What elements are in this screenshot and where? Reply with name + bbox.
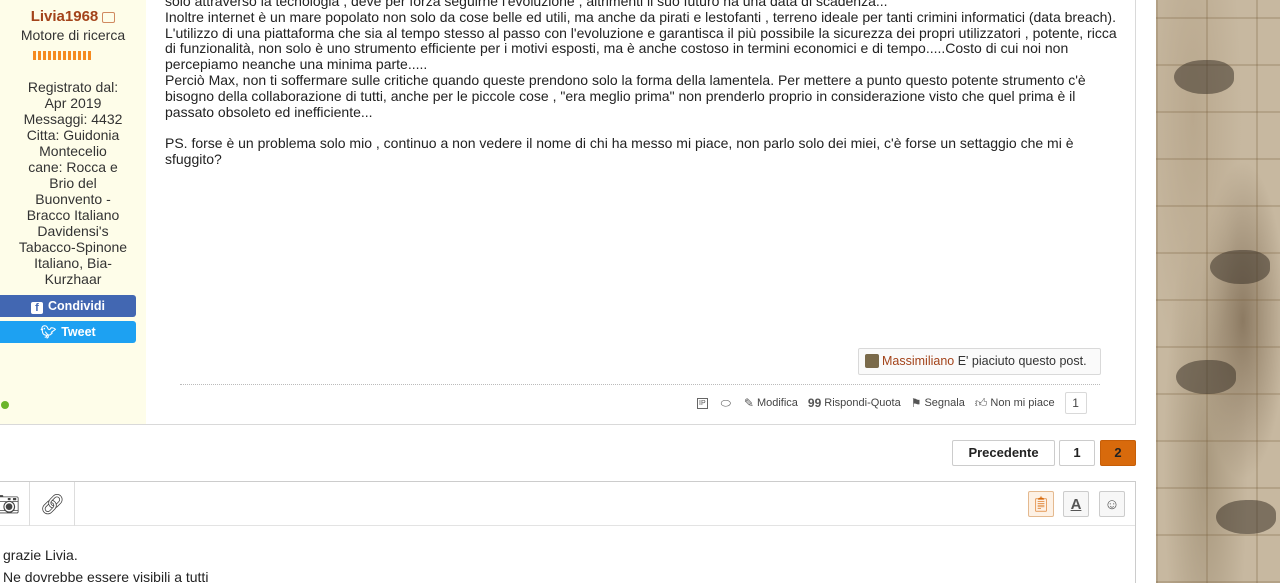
username-row: Livia1968 bbox=[0, 8, 146, 25]
post-divider bbox=[180, 384, 1100, 385]
ip-icon: IP bbox=[697, 397, 708, 409]
font-color-icon[interactable]: A bbox=[1063, 491, 1089, 517]
report-button[interactable]: ⚑ Segnala bbox=[911, 396, 965, 410]
dog-image-motif bbox=[1176, 360, 1236, 394]
multiquote-button[interactable]: ⬭ bbox=[721, 396, 734, 411]
user-info-line: Citta: Guidonia bbox=[26, 127, 120, 143]
background-decoration bbox=[1156, 0, 1280, 583]
dog-image-motif bbox=[1174, 60, 1234, 94]
pagination-prev-button[interactable]: Precedente bbox=[952, 440, 1055, 466]
user-rank: Motore di ricerca bbox=[20, 27, 126, 43]
user-info-line: Montecelio bbox=[39, 143, 107, 159]
liker-avatar[interactable] bbox=[865, 354, 879, 368]
facebook-share-button[interactable]: f Condividi bbox=[0, 295, 136, 317]
twitter-icon: 🐦︎ bbox=[40, 325, 57, 339]
link-icon[interactable]: 🔗︎ bbox=[31, 482, 75, 526]
dog-image-motif bbox=[1216, 500, 1276, 534]
editor-line: Ne dovrebbe essere visibili a tutti bbox=[3, 569, 209, 583]
reply-quote-label: Rispondi-Quota bbox=[824, 397, 901, 409]
liker-name[interactable]: Massimiliano bbox=[882, 354, 954, 368]
user-info-line: Brio del bbox=[49, 175, 97, 191]
report-label: Segnala bbox=[924, 397, 965, 409]
likes-summary: Massimiliano E' piaciuto questo post. bbox=[858, 348, 1101, 375]
user-info-line: Buonvento - bbox=[35, 191, 111, 207]
dog-image-motif bbox=[1210, 250, 1270, 284]
post-paragraph: Perciò Max, non ti soffermare sulle crit… bbox=[165, 71, 1086, 120]
pagination-page-2-current[interactable]: 2 bbox=[1100, 440, 1136, 466]
twitter-share-button[interactable]: 🐦︎ Tweet bbox=[0, 321, 136, 343]
facebook-icon: f bbox=[31, 302, 44, 314]
reply-editor[interactable]: 📷︎ 🔗︎ 📋︎ A ☺ grazie Livia. Ne dovrebbe e… bbox=[0, 481, 1136, 583]
dislike-button[interactable]: 👍︎ Non mi piace bbox=[975, 396, 1055, 411]
camera-icon[interactable]: 📷︎ bbox=[0, 482, 30, 526]
post-body: solo attraverso la tecnologia , deve per… bbox=[165, 0, 1120, 168]
user-info-line: Davidensi's bbox=[37, 223, 109, 239]
post-paragraph: L'utilizzo di una piattaforma che sia al… bbox=[165, 24, 1117, 73]
edit-button[interactable]: ✎ Modifica bbox=[744, 396, 798, 410]
editor-content[interactable]: grazie Livia. Ne dovrebbe essere visibil… bbox=[3, 544, 208, 583]
pencil-icon: ✎ bbox=[743, 396, 754, 410]
online-status-icon bbox=[1, 401, 9, 409]
post-paragraph: Inoltre internet è un mare popolato non … bbox=[165, 8, 1116, 25]
rank-bar bbox=[33, 51, 91, 60]
facebook-share-label: Condividi bbox=[48, 299, 105, 313]
likes-text: E' piaciuto questo post. bbox=[954, 354, 1087, 368]
user-info-line: Apr 2019 bbox=[44, 95, 102, 111]
speech-bubble-icon: ⬭ bbox=[720, 395, 731, 410]
user-profile-panel: Livia1968 Motore di ricerca Registrato d… bbox=[0, 0, 146, 424]
edit-label: Modifica bbox=[756, 397, 798, 409]
editor-toolbar: 📷︎ 🔗︎ 📋︎ A ☺ bbox=[0, 482, 1135, 526]
reply-quote-button[interactable]: 99 Rispondi-Quota bbox=[808, 396, 901, 410]
post-paragraph: PS. forse è un problema solo mio , conti… bbox=[165, 135, 1074, 167]
quote-icon: 99 bbox=[807, 396, 822, 410]
user-info-line: Messaggi: 4432 bbox=[23, 111, 123, 127]
forum-post: Livia1968 Motore di ricerca Registrato d… bbox=[0, 0, 1136, 425]
user-info-line: Kurzhaar bbox=[44, 271, 102, 287]
dislike-label: Non mi piace bbox=[990, 397, 1055, 409]
private-message-icon[interactable] bbox=[102, 11, 116, 23]
emoji-icon[interactable]: ☺ bbox=[1099, 491, 1125, 517]
user-info: Registrato dal: Apr 2019 Messaggi: 4432 … bbox=[2, 79, 144, 287]
user-info-line: Registrato dal: bbox=[27, 79, 119, 95]
flag-icon: ⚑ bbox=[910, 396, 922, 410]
editor-line: grazie Livia. bbox=[3, 547, 78, 563]
user-info-line: Italiano, Bia- bbox=[34, 255, 112, 271]
ip-button[interactable]: IP bbox=[697, 397, 711, 409]
user-info-line: Bracco Italiano bbox=[26, 207, 120, 223]
user-info-line: Tabacco-Spinone bbox=[18, 239, 128, 255]
twitter-share-label: Tweet bbox=[61, 325, 96, 339]
post-actions: IP ⬭ ✎ Modifica 99 Rispondi-Quota ⚑ Segnala… bbox=[697, 392, 1087, 414]
like-count[interactable]: 1 bbox=[1064, 392, 1087, 414]
username-link[interactable]: Livia1968 bbox=[31, 8, 99, 25]
user-info-line: cane: Rocca e bbox=[28, 159, 118, 175]
thumbs-up-icon: 👍︎ bbox=[974, 395, 988, 410]
paste-icon[interactable]: 📋︎ bbox=[1028, 491, 1054, 517]
pagination-page-1[interactable]: 1 bbox=[1059, 440, 1095, 466]
